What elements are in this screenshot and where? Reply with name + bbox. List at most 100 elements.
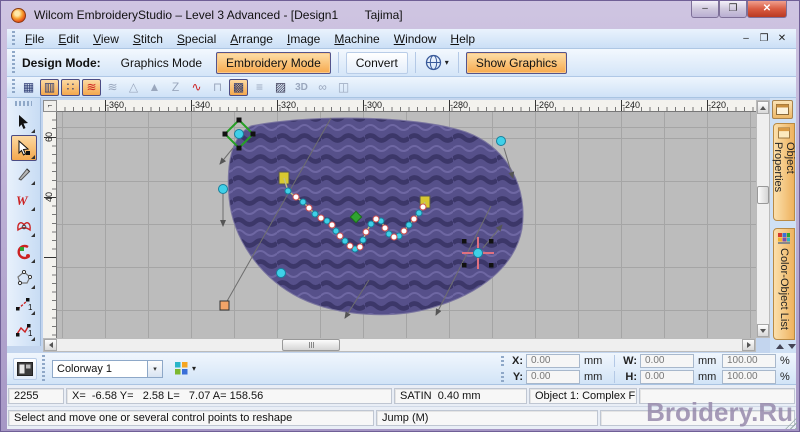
transform-row-y: Y: mm H: mm %: [500, 369, 792, 384]
menu-edit[interactable]: Edit: [51, 30, 86, 48]
convert-button[interactable]: Convert: [345, 51, 408, 74]
select-tool[interactable]: [11, 109, 37, 135]
colorway-value[interactable]: Colorway 1: [52, 359, 148, 378]
hoop-globe-button[interactable]: ▾: [421, 52, 453, 73]
bitmap-tool-button[interactable]: [13, 357, 37, 380]
menu-special[interactable]: Special: [170, 30, 223, 48]
y-label: Y:: [512, 370, 523, 383]
h-unit-label: mm: [698, 370, 717, 383]
w-label: W:: [623, 354, 637, 367]
glasses-icon[interactable]: ∞: [313, 79, 332, 96]
width-input[interactable]: [640, 353, 694, 368]
restore-button[interactable]: ❐: [719, 1, 747, 18]
menu-image[interactable]: Image: [280, 30, 327, 48]
h-label: H:: [625, 370, 637, 383]
object-properties-icon: [778, 127, 790, 139]
dock-scroll-up-icon[interactable]: [776, 344, 784, 349]
outline-view-icon[interactable]: ▥: [40, 78, 59, 96]
vertical-scroll-thumb[interactable]: [757, 186, 769, 204]
menu-file[interactable]: File: [18, 30, 51, 48]
color-object-list-icon: [778, 233, 790, 244]
dock-scroll-down-icon[interactable]: [788, 344, 796, 349]
lettering-icon: W: [16, 193, 29, 208]
height-input[interactable]: [640, 369, 694, 384]
complex-fill-tool[interactable]: [11, 239, 37, 265]
design-canvas[interactable]: [57, 112, 756, 338]
design-mode-toolbar: Design Mode: Graphics Mode Embroidery Mo…: [7, 49, 796, 77]
horizontal-scrollbar[interactable]: [43, 338, 756, 352]
hoop-icon[interactable]: ◫: [334, 79, 353, 96]
mdi-minimize-button[interactable]: –: [738, 33, 754, 44]
x-input[interactable]: [526, 353, 580, 368]
width-scale-input[interactable]: [722, 353, 776, 368]
menu-arrange[interactable]: Arrange: [223, 30, 280, 48]
scroll-left-button[interactable]: [44, 339, 57, 351]
y-input[interactable]: [526, 369, 580, 384]
menu-window[interactable]: Window: [387, 30, 444, 48]
dock-panel-button[interactable]: [772, 100, 793, 119]
hint-text: Select and move one or several control p…: [8, 410, 374, 426]
connectors-off-icon[interactable]: ≋: [103, 79, 122, 96]
travel-run-icon[interactable]: ⊓: [208, 79, 227, 96]
toolbar-grip[interactable]: [500, 371, 505, 382]
close-button[interactable]: ✕: [747, 1, 787, 18]
scroll-down-button[interactable]: [757, 324, 769, 337]
height-scale-input[interactable]: [722, 369, 776, 384]
menu-view[interactable]: View: [86, 30, 126, 48]
embroidery-design: [218, 117, 524, 319]
embroidery-mode-button[interactable]: Embroidery Mode: [216, 51, 331, 74]
knife-tool[interactable]: [11, 161, 37, 187]
toolbar-grip[interactable]: [11, 31, 16, 46]
stitch-angle-handle[interactable]: [219, 300, 230, 311]
star-object-tool[interactable]: [11, 265, 37, 291]
stitch-wave-icon[interactable]: ∿: [187, 79, 206, 96]
scroll-right-button[interactable]: [742, 339, 755, 351]
vertical-scrollbar[interactable]: [756, 100, 770, 338]
closed-object-tool[interactable]: [11, 213, 37, 239]
tab-object-properties[interactable]: Object Properties: [772, 123, 796, 221]
toolbar-grip[interactable]: [500, 355, 505, 366]
mdi-close-button[interactable]: ✕: [774, 33, 790, 44]
skew-stitch-icon[interactable]: Z: [166, 79, 185, 96]
ruler-origin-button[interactable]: ⌐: [43, 100, 57, 112]
menu-help[interactable]: Help: [443, 30, 482, 48]
app-flame-icon[interactable]: [11, 7, 26, 23]
needle-points-icon[interactable]: ∷: [61, 78, 80, 96]
menu-stitch[interactable]: Stitch: [126, 30, 170, 48]
h-percent-label: %: [780, 370, 790, 383]
scroll-up-button[interactable]: [757, 101, 769, 114]
toolbar-grip[interactable]: [11, 51, 16, 74]
w-percent-label: %: [780, 354, 790, 367]
show-graphics-button[interactable]: Show Graphics: [465, 51, 568, 74]
pattern-fill-icon[interactable]: ▩: [229, 78, 248, 96]
horizontal-scroll-thumb[interactable]: [282, 339, 340, 351]
lettering-tool[interactable]: W: [11, 187, 37, 213]
triple-run-tool[interactable]: 1: [11, 317, 37, 343]
graphics-mode-button[interactable]: Graphics Mode: [111, 52, 212, 74]
applique-icon[interactable]: △: [124, 79, 143, 96]
design-view-icon[interactable]: ▦: [19, 79, 38, 96]
reshape-tool[interactable]: [10, 135, 37, 161]
reshape-arrow-icon: [18, 140, 30, 156]
applique-fill-icon[interactable]: ▲: [145, 79, 164, 96]
toolbar-grip[interactable]: [15, 101, 32, 106]
three-d-icon[interactable]: 3D: [292, 79, 311, 96]
minimize-button[interactable]: –: [691, 1, 719, 18]
fancy-fill-icon[interactable]: ▨: [271, 79, 290, 96]
menu-machine[interactable]: Machine: [327, 30, 386, 48]
colorway-dropdown-icon[interactable]: ▾: [148, 359, 163, 378]
toolbar-grip[interactable]: [11, 79, 16, 95]
svg-text:1: 1: [28, 303, 33, 312]
window-controls: – ❐ ✕: [691, 1, 787, 18]
mdi-restore-button[interactable]: ❐: [756, 33, 772, 44]
menu-bar: File Edit View Stitch Special Arrange Im…: [7, 29, 796, 49]
connectors-on-icon[interactable]: ≋: [82, 78, 101, 96]
toolbar-grip[interactable]: [41, 355, 46, 382]
select-arrow-icon: [18, 115, 28, 129]
bitmap-icon: [17, 361, 33, 376]
run-stitch-tool[interactable]: 1: [11, 291, 37, 317]
stitch-list-icon[interactable]: ≡: [250, 79, 269, 96]
tab-color-object-list[interactable]: Color-Object List: [773, 228, 795, 340]
color-palette-button[interactable]: ▾: [171, 359, 199, 378]
colorway-select[interactable]: Colorway 1 ▾: [52, 359, 163, 378]
